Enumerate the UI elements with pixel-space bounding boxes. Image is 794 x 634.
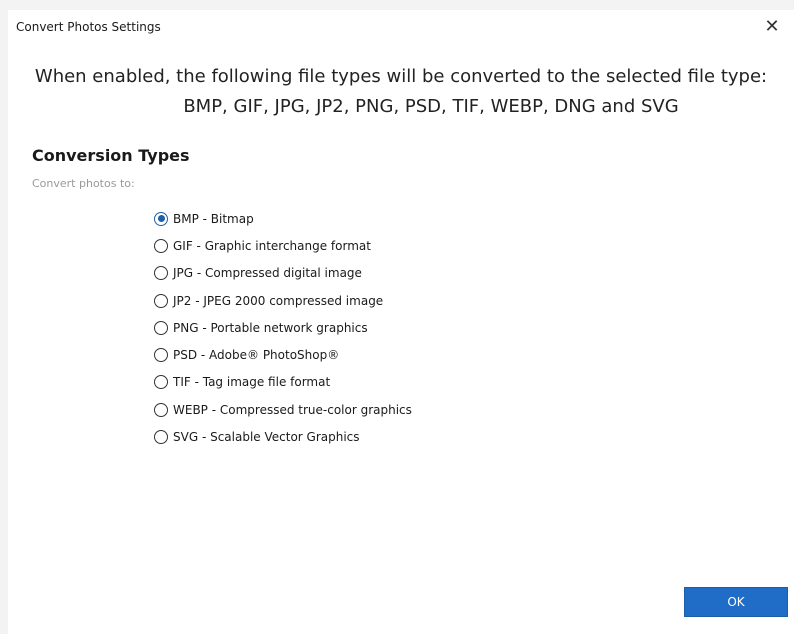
radio-icon[interactable] [154, 238, 168, 253]
radio-icon[interactable] [154, 320, 168, 335]
radio-icon[interactable] [154, 266, 168, 281]
conversion-option-label: PSD - Adobe® PhotoShop® [173, 348, 340, 363]
dialog-title: Convert Photos Settings [16, 20, 161, 34]
close-icon[interactable]: ✕ [760, 14, 784, 38]
conversion-option[interactable]: PSD - Adobe® PhotoShop® [154, 341, 412, 368]
conversion-option[interactable]: JP2 - JPEG 2000 compressed image [154, 287, 412, 314]
radio-icon[interactable] [154, 375, 168, 390]
headline-line-2: BMP, GIF, JPG, JP2, PNG, PSD, TIF, WEBP,… [183, 96, 679, 117]
radio-icon[interactable] [154, 348, 168, 363]
conversion-option-label: TIF - Tag image file format [173, 375, 331, 390]
conversion-option-label: SVG - Scalable Vector Graphics [173, 430, 360, 445]
section-subtitle: Convert photos to: [32, 177, 135, 190]
conversion-option-label: GIF - Graphic interchange format [173, 238, 371, 253]
radio-icon[interactable] [154, 293, 168, 308]
conversion-option[interactable]: PNG - Portable network graphics [154, 314, 412, 341]
headline-line-1: When enabled, the following file types w… [34, 66, 768, 87]
dialog-headline: When enabled, the following file types w… [8, 62, 794, 122]
radio-selected-icon[interactable] [154, 211, 168, 226]
conversion-option-label: BMP - Bitmap [173, 211, 254, 226]
radio-icon[interactable] [154, 430, 168, 445]
conversion-option[interactable]: JPG - Compressed digital image [154, 260, 412, 287]
radio-dot-icon [157, 215, 165, 223]
ok-button[interactable]: OK [684, 587, 788, 617]
conversion-option-label: JPG - Compressed digital image [173, 266, 362, 281]
conversion-option-label: PNG - Portable network graphics [173, 320, 368, 335]
radio-icon[interactable] [154, 402, 168, 417]
conversion-option[interactable]: TIF - Tag image file format [154, 369, 412, 396]
convert-photos-dialog: Convert Photos Settings ✕ When enabled, … [8, 10, 794, 634]
conversion-type-options: BMP - Bitmap GIF - Graphic interchange fo… [154, 205, 412, 451]
conversion-option[interactable]: SVG - Scalable Vector Graphics [154, 423, 412, 450]
conversion-option-label: WEBP - Compressed true-color graphics [173, 402, 412, 417]
conversion-option[interactable]: GIF - Graphic interchange format [154, 232, 412, 259]
conversion-option-label: JP2 - JPEG 2000 compressed image [173, 293, 384, 308]
section-title: Conversion Types [32, 146, 190, 165]
conversion-option[interactable]: WEBP - Compressed true-color graphics [154, 396, 412, 423]
conversion-option[interactable]: BMP - Bitmap [154, 205, 412, 232]
